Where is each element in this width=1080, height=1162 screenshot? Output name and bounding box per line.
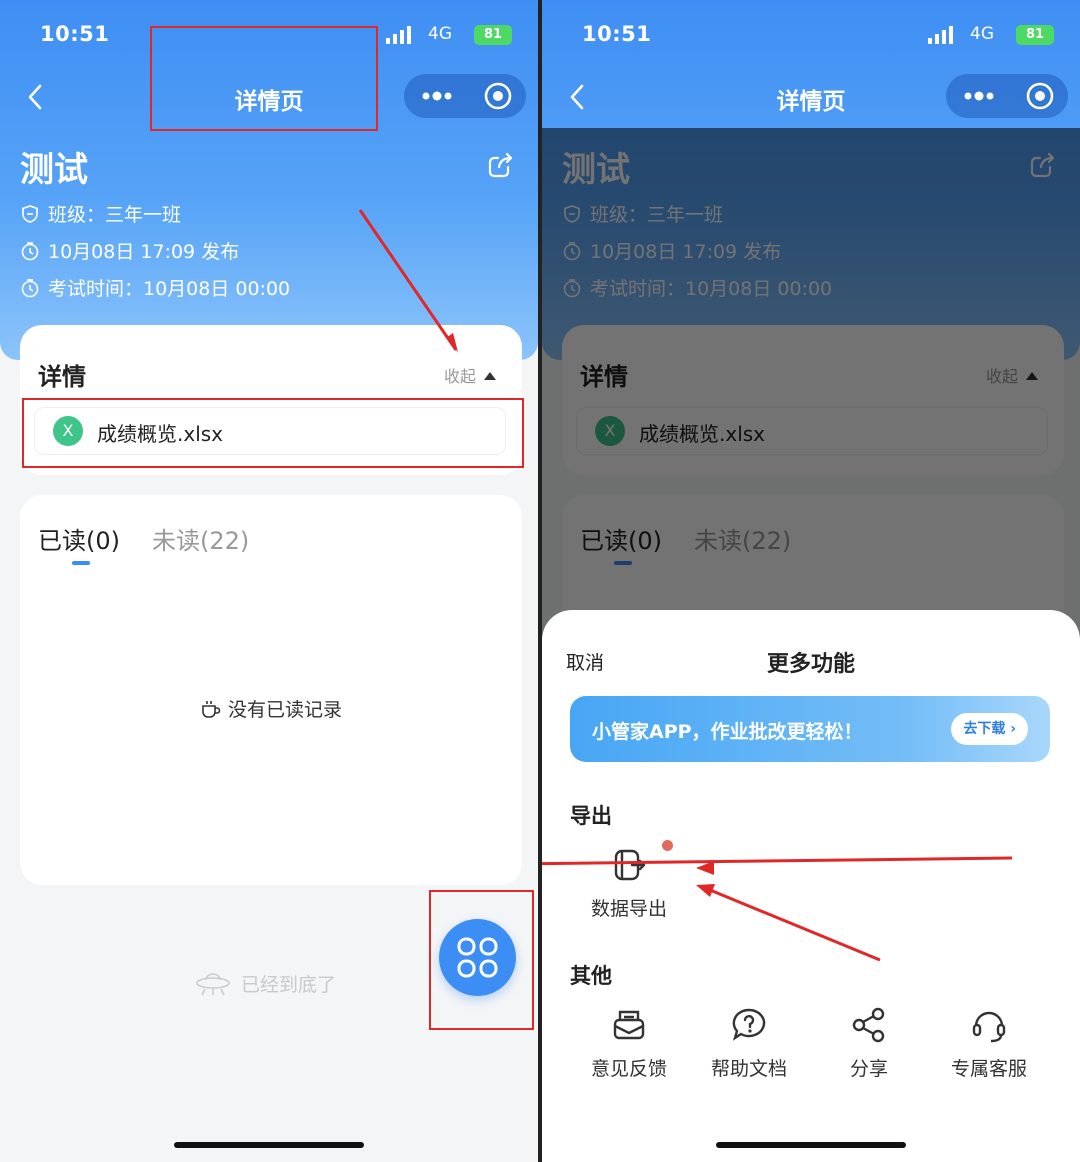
more-dots-icon[interactable] bbox=[956, 80, 1002, 112]
clock-icon bbox=[21, 241, 39, 260]
class-info: 班级：三年一班 bbox=[20, 200, 181, 227]
shield-icon bbox=[22, 204, 38, 223]
excel-icon: X bbox=[53, 416, 83, 446]
signal-icon bbox=[928, 26, 953, 44]
banner-text: 小管家APP，作业批改更轻松！ bbox=[592, 721, 863, 743]
status-time: 10:51 bbox=[40, 22, 110, 46]
exam-time: 考试时间：10月08日 00:00 bbox=[48, 278, 291, 300]
share-button[interactable]: 分享 bbox=[809, 1006, 929, 1081]
help-icon bbox=[732, 1008, 766, 1041]
caret-up-icon bbox=[484, 372, 496, 380]
details-card: 详情 收起 X 成绩概览.xlsx bbox=[20, 325, 522, 475]
help-docs-button[interactable]: 帮助文档 bbox=[689, 1006, 809, 1081]
capsule-menu bbox=[404, 74, 526, 118]
app-download-banner[interactable]: 小管家APP，作业批改更轻松！ 去下载 › bbox=[570, 696, 1050, 762]
feedback-label: 意见反馈 bbox=[590, 1058, 667, 1080]
end-tip-text: 已经到底了 bbox=[241, 973, 337, 996]
download-button[interactable]: 去下载 › bbox=[951, 713, 1028, 745]
home-indicator bbox=[716, 1142, 906, 1148]
more-functions-sheet: 取消 更多功能 小管家APP，作业批改更轻松！ 去下载 › 导出 数据导出 其他… bbox=[542, 610, 1080, 1162]
read-status-card: 已读(0) 未读(22) 没有已读记录 bbox=[20, 495, 522, 885]
cup-icon bbox=[202, 701, 221, 718]
publish-info: 10月08日 17:09 发布 bbox=[20, 237, 239, 264]
export-icon bbox=[614, 849, 646, 881]
collapse-button[interactable]: 收起 bbox=[444, 363, 496, 387]
ufo-icon bbox=[196, 973, 230, 996]
battery-level: 81 bbox=[1016, 25, 1054, 45]
close-target-icon[interactable] bbox=[482, 80, 514, 112]
battery-level: 81 bbox=[474, 25, 512, 45]
headset-icon bbox=[972, 1011, 1006, 1043]
grid-menu-icon bbox=[457, 937, 498, 978]
details-title: 详情 bbox=[38, 363, 86, 391]
more-functions-button[interactable] bbox=[439, 919, 516, 996]
nav-bar: 详情页 bbox=[0, 72, 538, 122]
other-group-title: 其他 bbox=[570, 964, 612, 988]
signal-icon bbox=[386, 26, 411, 44]
data-export-label: 数据导出 bbox=[590, 898, 667, 920]
active-tab-indicator bbox=[72, 561, 90, 565]
sheet-title: 更多功能 bbox=[766, 652, 855, 677]
collapse-label: 收起 bbox=[443, 367, 476, 386]
exam-info: 考试时间：10月08日 00:00 bbox=[20, 274, 290, 301]
task-title: 测试 bbox=[20, 150, 88, 190]
home-indicator bbox=[174, 1142, 364, 1148]
data-export-button[interactable]: 数据导出 bbox=[569, 846, 689, 921]
tab-unread[interactable]: 未读(22) bbox=[152, 521, 249, 556]
end-of-list-tip: 已经到底了 bbox=[195, 968, 336, 998]
file-name: 成绩概览.xlsx bbox=[97, 422, 224, 446]
network-type: 4G bbox=[428, 24, 452, 44]
share-icon[interactable] bbox=[486, 150, 516, 180]
class-label: 班级：三年一班 bbox=[48, 204, 182, 226]
nav-bar: 详情页 bbox=[542, 72, 1080, 122]
right-screen: 10:51 4G 81 详情页 测试 班级：三年一班 10月08日 17:09 … bbox=[542, 0, 1080, 1162]
share-label: 分享 bbox=[849, 1058, 888, 1080]
publish-time: 10月08日 17:09 发布 bbox=[48, 241, 240, 263]
feedback-icon bbox=[613, 1010, 645, 1040]
status-bar: 10:51 4G 81 bbox=[40, 22, 516, 50]
export-group-title: 导出 bbox=[570, 804, 612, 828]
empty-text: 没有已读记录 bbox=[227, 699, 342, 721]
tab-read[interactable]: 已读(0) bbox=[38, 521, 120, 556]
feedback-button[interactable]: 意见反馈 bbox=[569, 1006, 689, 1081]
notification-dot bbox=[662, 840, 673, 851]
customer-service-label: 专属客服 bbox=[950, 1058, 1027, 1080]
capsule-menu bbox=[946, 74, 1068, 118]
more-dots-icon[interactable] bbox=[414, 80, 460, 112]
empty-state: 没有已读记录 bbox=[20, 695, 522, 722]
attachment-file[interactable]: X 成绩概览.xlsx bbox=[34, 407, 506, 455]
close-target-icon[interactable] bbox=[1024, 80, 1056, 112]
help-docs-label: 帮助文档 bbox=[710, 1058, 787, 1080]
left-screen: 10:51 4G 81 详情页 测试 班级：三年一班 10月08日 17:09 … bbox=[0, 0, 538, 1162]
status-time: 10:51 bbox=[582, 22, 652, 46]
customer-service-button[interactable]: 专属客服 bbox=[929, 1006, 1049, 1081]
network-type: 4G bbox=[970, 24, 994, 44]
clock-icon bbox=[21, 278, 39, 297]
status-bar: 10:51 4G 81 bbox=[582, 22, 1058, 50]
share-nodes-icon bbox=[852, 1007, 885, 1043]
